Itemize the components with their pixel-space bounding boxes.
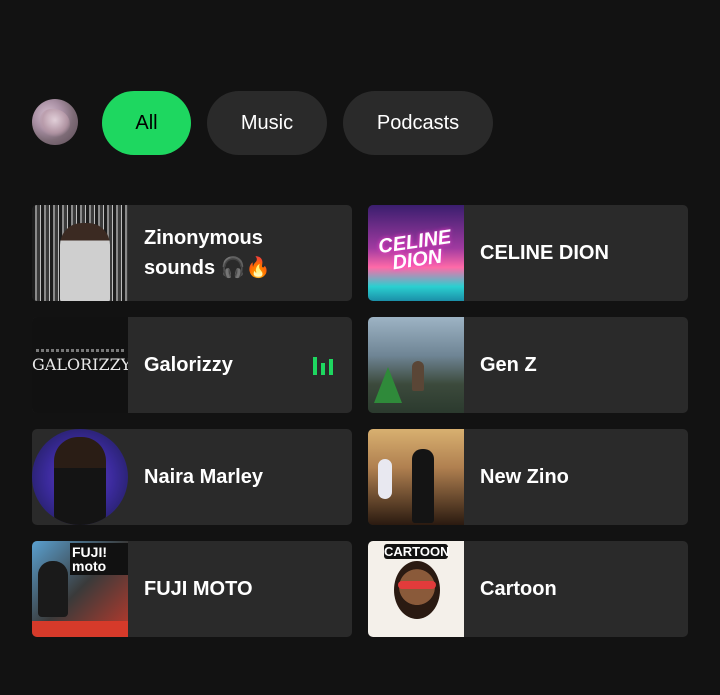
shortcut-card-zinonymous-sounds[interactable]: Zinonymous sounds 🎧🔥: [32, 205, 352, 301]
album-cover-image: FUJI! moto: [32, 541, 128, 637]
cover-art-text: GALORIZZY: [32, 355, 128, 374]
shortcut-title: Cartoon: [480, 577, 557, 600]
profile-avatar[interactable]: [32, 99, 78, 145]
shortcut-title: New Zino: [480, 465, 569, 488]
shortcut-card-gen-z[interactable]: Gen Z: [368, 317, 688, 413]
filter-chip-podcasts[interactable]: Podcasts: [343, 91, 493, 155]
playlist-cover-image: [32, 205, 128, 301]
album-cover-image: [368, 317, 464, 413]
shortcut-title: Gen Z: [480, 353, 537, 376]
filter-chip-all[interactable]: All: [102, 91, 191, 155]
playlist-cover-image: [368, 429, 464, 525]
cover-art-text: FUJI! moto: [70, 543, 128, 575]
shortcut-title: CELINE DION: [480, 241, 609, 264]
cover-art-text: CARTOON: [384, 544, 450, 559]
headphones-fire-emoji-icon: 🎧🔥: [220, 254, 271, 279]
cover-art-text: CELINE DION: [376, 226, 453, 275]
equalizer-icon: [313, 357, 335, 375]
shortcut-title: Zinonymous sounds 🎧🔥: [144, 226, 271, 279]
shortcut-card-galorizzy[interactable]: GALORIZZY Galorizzy: [32, 317, 352, 413]
shortcut-title: Galorizzy: [144, 353, 233, 376]
home-screen: All Music Podcasts Zinonymous sounds 🎧🔥 …: [0, 0, 720, 695]
shortcut-card-cartoon[interactable]: CARTOON Cartoon: [368, 541, 688, 637]
shortcut-card-fuji-moto[interactable]: FUJI! moto FUJI MOTO: [32, 541, 352, 637]
album-cover-image: CELINE DION: [368, 205, 464, 301]
artist-image: [32, 429, 128, 525]
shortcut-card-new-zino[interactable]: New Zino: [368, 429, 688, 525]
shortcut-card-celine-dion[interactable]: CELINE DION CELINE DION: [368, 205, 688, 301]
shortcut-card-naira-marley[interactable]: Naira Marley: [32, 429, 352, 525]
shortcut-title: FUJI MOTO: [144, 577, 253, 600]
filter-chip-music[interactable]: Music: [207, 91, 327, 155]
shortcut-title: Naira Marley: [144, 465, 263, 488]
album-cover-image: GALORIZZY: [32, 317, 128, 413]
album-cover-image: CARTOON: [368, 541, 464, 637]
